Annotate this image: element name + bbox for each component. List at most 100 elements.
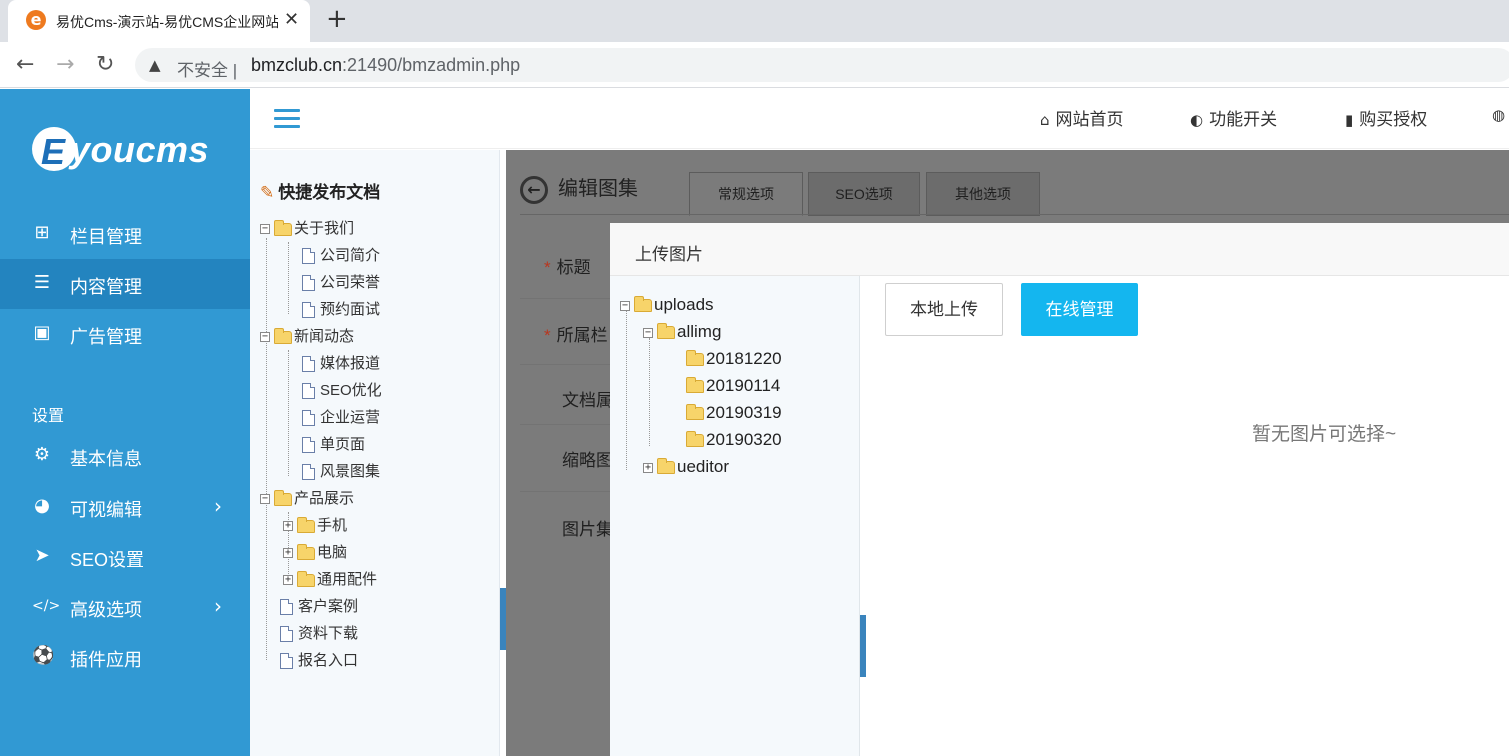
- home-icon: ⌂: [1040, 111, 1050, 129]
- tree-node-leaf[interactable]: SEO优化: [302, 381, 382, 401]
- tree-node-leaf[interactable]: 媒体报道: [302, 354, 380, 374]
- url-input[interactable]: ▲ 不安全 | bmzclub.cn:21490/bmzadmin.php: [135, 48, 1509, 82]
- expand-icon[interactable]: +: [283, 521, 293, 532]
- folder-icon: [297, 543, 315, 560]
- tab-seo[interactable]: SEO选项: [808, 172, 920, 216]
- sidebar-item-advanced[interactable]: </> 高级选项 ›: [0, 582, 250, 632]
- sidebar-item-label: 可视编辑: [70, 500, 142, 520]
- tree-node-leaf[interactable]: 预约面试: [302, 300, 380, 320]
- reload-icon[interactable]: ↻: [96, 52, 114, 77]
- field-label-title: * 标题: [544, 258, 591, 277]
- tree-node-computer[interactable]: + 电脑: [283, 543, 347, 563]
- collapse-icon[interactable]: −: [260, 224, 270, 235]
- tab-general[interactable]: 常规选项: [689, 172, 803, 216]
- document-icon: [302, 302, 315, 319]
- sidebar-item-visual-edit[interactable]: ◕ 可视编辑 ›: [0, 482, 250, 532]
- tree-node-leaf[interactable]: 公司荣誉: [302, 273, 380, 293]
- sidebar-item-seo[interactable]: ➤ SEO设置: [0, 532, 250, 582]
- expand-icon[interactable]: +: [643, 462, 653, 473]
- logo-text: youcms: [70, 129, 210, 170]
- collapse-icon[interactable]: −: [260, 494, 270, 505]
- quick-publish-panel: ✎ 快捷发布文档 − 关于我们 公司简介 公司荣誉 预约面试 − 新闻动态 媒体报道 …: [250, 150, 500, 756]
- sidebar-item-content[interactable]: ☰ 内容管理: [0, 259, 250, 309]
- address-bar: ← → ↻ ▲ 不安全 | bmzclub.cn:21490/bmzadmin.…: [0, 42, 1509, 88]
- folder-icon: [274, 327, 292, 344]
- palette-icon: ◕: [34, 495, 50, 516]
- document-icon: [302, 464, 315, 481]
- tree-node-news[interactable]: − 新闻动态: [260, 327, 354, 347]
- buy-license-link[interactable]: ▮ 购买授权: [1345, 105, 1427, 130]
- tree-node-accessories[interactable]: + 通用配件: [283, 570, 377, 590]
- tree-node-cases[interactable]: 客户案例: [280, 597, 358, 617]
- collapse-icon[interactable]: −: [620, 300, 630, 311]
- chevron-right-icon: ›: [214, 594, 222, 618]
- document-icon: [302, 437, 315, 454]
- document-icon: [302, 248, 315, 265]
- browser-tab-bar: e 易优Cms-演示站-易优CMS企业网站管理系统 ✕ +: [0, 0, 1509, 42]
- tree-node-date-folder[interactable]: 20190320: [686, 429, 782, 451]
- image-icon: ▣: [33, 322, 51, 343]
- folder-icon: [686, 404, 704, 421]
- tree-node-date-folder[interactable]: 20190114: [686, 375, 780, 397]
- tree-node-phone[interactable]: + 手机: [283, 516, 347, 536]
- sidebar-item-label: 高级选项: [70, 600, 142, 620]
- sidebar-item-basic-info[interactable]: ⚙ 基本信息: [0, 431, 250, 481]
- page-title: ← 编辑图集: [520, 172, 638, 204]
- collapse-icon[interactable]: −: [643, 327, 653, 338]
- document-icon: [302, 356, 315, 373]
- sidebar-item-label: SEO设置: [70, 550, 145, 570]
- field-label-gallery: 图片集: [562, 520, 613, 539]
- close-icon[interactable]: ✕: [284, 9, 299, 30]
- back-circle-icon[interactable]: ←: [520, 175, 548, 204]
- forward-icon[interactable]: →: [56, 52, 74, 77]
- globe-link[interactable]: ◍: [1492, 105, 1509, 125]
- menu-icon[interactable]: [274, 109, 300, 129]
- tree-node-about[interactable]: − 关于我们: [260, 219, 354, 239]
- folder-icon: [686, 350, 704, 367]
- expand-icon[interactable]: +: [283, 575, 293, 586]
- folder-icon: [274, 489, 292, 506]
- field-label-thumbnail: 缩略图: [562, 451, 613, 470]
- folder-icon: [274, 219, 292, 236]
- insecure-label[interactable]: 不安全 |: [177, 56, 237, 81]
- collapse-icon[interactable]: −: [260, 332, 270, 343]
- tree-node-date-folder[interactable]: 20181220: [686, 348, 782, 370]
- tree-node-uploads[interactable]: − uploads: [620, 294, 714, 316]
- tree-node-date-folder[interactable]: 20190319: [686, 402, 782, 424]
- feature-toggle-link[interactable]: ◐ 功能开关: [1190, 105, 1277, 130]
- browser-tab[interactable]: e 易优Cms-演示站-易优CMS企业网站管理系统 ✕: [8, 0, 310, 42]
- gear-icon: ⚙: [33, 444, 51, 465]
- home-link[interactable]: ⌂ 网站首页: [1040, 105, 1124, 130]
- top-header: ⌂ 网站首页 ◐ 功能开关 ▮ 购买授权 ◍: [250, 89, 1509, 149]
- tree-node-leaf[interactable]: 公司简介: [302, 246, 380, 266]
- sidebar-item-label: 栏目管理: [70, 227, 142, 247]
- edit-icon: ✎: [260, 183, 275, 203]
- tree-node-leaf[interactable]: 企业运营: [302, 408, 380, 428]
- document-icon: [280, 626, 293, 643]
- sidebar-item-ads[interactable]: ▣ 广告管理: [0, 309, 250, 359]
- quick-publish-title: ✎ 快捷发布文档: [260, 183, 381, 203]
- tab-divider: [520, 214, 1509, 215]
- sidebar-item-label: 基本信息: [70, 449, 142, 469]
- sidebar-item-columns[interactable]: ⊞ 栏目管理: [0, 209, 250, 259]
- online-manage-button[interactable]: 在线管理: [1021, 283, 1138, 336]
- document-icon: [280, 653, 293, 670]
- tree-node-allimg[interactable]: − allimg: [643, 321, 721, 343]
- tree-node-products[interactable]: − 产品展示: [260, 489, 354, 509]
- logo[interactable]: E youcms: [32, 125, 222, 175]
- tree-node-signup[interactable]: 报名入口: [280, 651, 358, 671]
- bookmark-icon: ▮: [1345, 111, 1354, 129]
- code-icon: </>: [32, 598, 61, 614]
- tree-node-downloads[interactable]: 资料下载: [280, 624, 358, 644]
- sidebar-item-plugins[interactable]: ⚽ 插件应用: [0, 632, 250, 682]
- tree-node-leaf[interactable]: 风景图集: [302, 462, 380, 482]
- folder-icon: [686, 431, 704, 448]
- tab-other[interactable]: 其他选项: [926, 172, 1040, 216]
- dialog-title: 上传图片: [635, 245, 703, 264]
- plus-icon[interactable]: +: [326, 4, 348, 34]
- tree-node-leaf[interactable]: 单页面: [302, 435, 365, 455]
- local-upload-button[interactable]: 本地上传: [885, 283, 1003, 336]
- expand-icon[interactable]: +: [283, 548, 293, 559]
- tree-node-ueditor[interactable]: + ueditor: [643, 456, 729, 478]
- back-icon[interactable]: ←: [16, 52, 34, 77]
